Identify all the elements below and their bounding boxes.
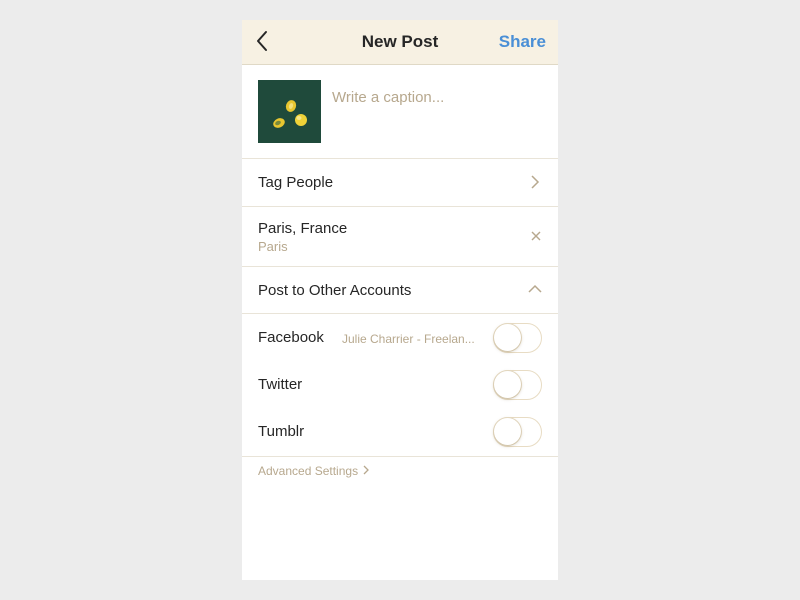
- facebook-label: Facebook: [258, 329, 324, 346]
- new-post-screen: New Post Share Tag People Paris, France …: [242, 20, 558, 580]
- share-button[interactable]: Share: [499, 32, 546, 52]
- chevron-up-icon: [528, 284, 542, 293]
- post-to-other-accounts-row[interactable]: Post to Other Accounts: [242, 267, 558, 314]
- facebook-toggle[interactable]: [493, 323, 542, 353]
- tumblr-account-row: Tumblr: [242, 408, 558, 455]
- tumblr-toggle[interactable]: [493, 417, 542, 447]
- lemons-image: [258, 80, 321, 143]
- caption-input[interactable]: [332, 85, 542, 109]
- tag-people-row[interactable]: Tag People: [242, 159, 558, 207]
- advanced-settings-link[interactable]: Advanced Settings: [258, 464, 370, 478]
- twitter-label: Twitter: [258, 376, 303, 393]
- caption-section: [242, 65, 558, 159]
- toggle-knob: [494, 371, 521, 398]
- facebook-account-name: Julie Charrier - Freelan...: [342, 332, 475, 346]
- divider: [242, 456, 558, 457]
- facebook-account-row: Facebook Julie Charrier - Freelan...: [242, 314, 558, 361]
- twitter-account-row: Twitter: [242, 361, 558, 408]
- location-row[interactable]: Paris, France Paris: [242, 207, 558, 267]
- twitter-toggle[interactable]: [493, 370, 542, 400]
- navigation-bar: New Post Share: [242, 20, 558, 65]
- toggle-knob: [494, 418, 521, 445]
- tag-people-label: Tag People: [258, 174, 334, 191]
- clear-location-icon[interactable]: [530, 230, 542, 242]
- post-to-other-accounts-label: Post to Other Accounts: [258, 282, 412, 299]
- advanced-settings-label: Advanced Settings: [258, 464, 359, 478]
- location-sub: Paris: [258, 239, 288, 254]
- chevron-right-icon: [531, 175, 540, 189]
- post-thumbnail[interactable]: [258, 80, 321, 143]
- tumblr-label: Tumblr: [258, 423, 305, 440]
- location-name: Paris, France: [258, 220, 348, 237]
- chevron-right-icon: [362, 464, 370, 478]
- toggle-knob: [494, 324, 521, 351]
